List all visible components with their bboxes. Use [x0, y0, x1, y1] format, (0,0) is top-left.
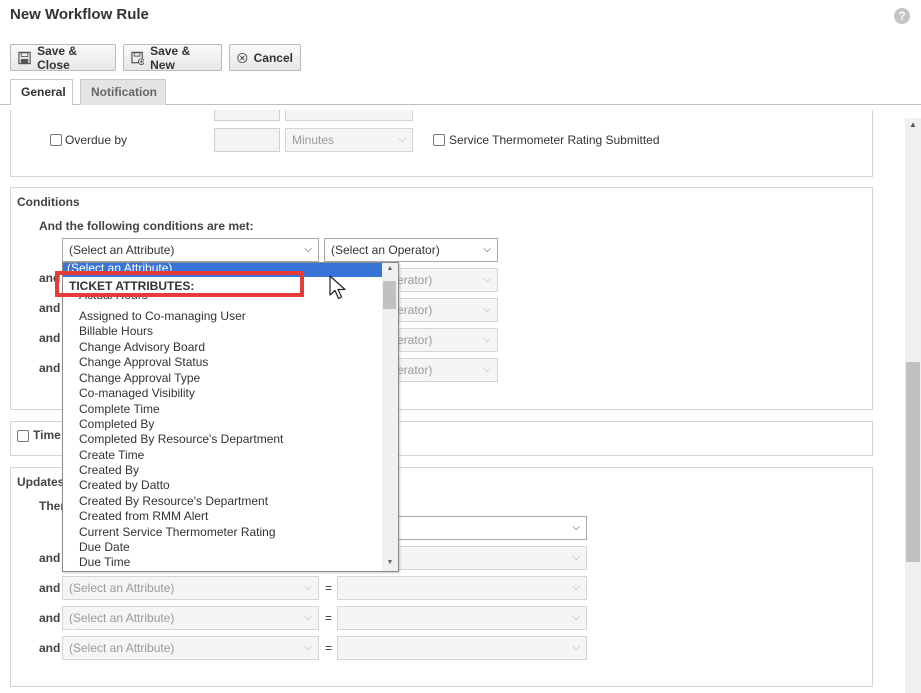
and-label: and [39, 361, 61, 375]
save-new-icon [131, 51, 145, 65]
dropdown-option[interactable]: Change Approval Status [79, 355, 208, 369]
dropdown-option[interactable]: Co-managed Visibility [79, 386, 195, 400]
chevron-down-icon: ⌵ [483, 364, 491, 375]
dropdown-scrollbar-thumb[interactable] [383, 281, 396, 309]
dropdown-option[interactable]: Assigned to Co-managing User [79, 309, 246, 323]
overdue-input[interactable] [214, 128, 280, 152]
save-close-button[interactable]: Save & Close [10, 43, 116, 72]
chevron-down-icon: ⌵ [483, 244, 491, 255]
cancel-label: Cancel [253, 50, 293, 65]
and-label: and [39, 301, 61, 315]
and-label: and [39, 581, 61, 595]
conditions-title: Conditions [17, 195, 80, 209]
equals-label: = [325, 581, 333, 595]
page-scrollbar-thumb[interactable] [906, 362, 920, 562]
update-attribute-value: (Select an Attribute) [69, 611, 175, 625]
help-icon[interactable]: ? [894, 8, 910, 24]
chevron-down-icon: ⌵ [483, 304, 491, 315]
dropdown-option[interactable]: Completed By [79, 417, 154, 431]
update-attribute-select-4[interactable]: (Select an Attribute) ⌵ [62, 606, 319, 630]
condition-operator-value: (Select an Operator) [331, 243, 440, 257]
chevron-down-icon: ⌵ [572, 552, 580, 563]
dropdown-scroll-up-icon[interactable]: ▲ [382, 265, 398, 272]
dropdown-option[interactable]: Completed By Resource's Department [79, 432, 283, 446]
time-label: Time [33, 428, 61, 442]
chevron-down-icon: ⌵ [572, 522, 580, 533]
condition-operator-select[interactable]: (Select an Operator) ⌵ [324, 238, 498, 262]
overdue-checkbox[interactable] [50, 134, 62, 146]
dropdown-option[interactable]: Created By Resource's Department [79, 494, 268, 508]
save-icon [18, 51, 31, 64]
chevron-down-icon: ⌵ [304, 244, 312, 255]
partial-input [214, 110, 280, 121]
dropdown-option[interactable]: Create Time [79, 448, 144, 462]
overdue-unit-value: Minutes [292, 133, 335, 147]
chevron-down-icon: ⌵ [572, 582, 580, 593]
dropdown-option[interactable]: Current Service Thermometer Rating [79, 525, 276, 539]
thermometer-label: Service Thermometer Rating Submitted [449, 133, 660, 147]
chevron-down-icon: ⌵ [572, 612, 580, 623]
equals-label: = [325, 641, 333, 655]
chevron-down-icon: ⌵ [483, 334, 491, 345]
dropdown-option[interactable]: Due Time [79, 555, 130, 569]
and-label: and [39, 611, 61, 625]
chevron-down-icon: ⌵ [483, 274, 491, 285]
update-value-select-3[interactable]: ⌵ [337, 576, 587, 600]
dropdown-option[interactable]: Billable Hours [79, 324, 153, 338]
operator-partial: erator) [397, 333, 433, 347]
dropdown-scroll-down-icon[interactable]: ▼ [382, 559, 398, 566]
chevron-down-icon: ⌵ [572, 642, 580, 653]
condition-attribute-select[interactable]: (Select an Attribute) ⌵ [62, 238, 319, 262]
and-label: and [39, 331, 61, 345]
dropdown-scrollbar[interactable] [382, 263, 398, 571]
attribute-dropdown-list[interactable]: (Select an Attribute) TICKET ATTRIBUTES:… [62, 262, 399, 572]
update-attribute-value: (Select an Attribute) [69, 581, 175, 595]
chevron-down-icon: ⌵ [304, 642, 312, 653]
updates-title: Updates [17, 475, 65, 489]
update-attribute-select-3[interactable]: (Select an Attribute) ⌵ [62, 576, 319, 600]
dropdown-option[interactable]: Due Date [79, 540, 130, 554]
and-label: and [39, 551, 61, 565]
chevron-down-icon: ⌵ [304, 612, 312, 623]
update-value-select-4[interactable]: ⌵ [337, 606, 587, 630]
cancel-button[interactable]: Cancel [229, 44, 301, 71]
dropdown-option[interactable]: Created By [79, 463, 139, 477]
scroll-up-icon[interactable]: ▲ [905, 120, 921, 134]
operator-partial: erator) [397, 303, 433, 317]
update-value-select-5[interactable]: ⌵ [337, 636, 587, 660]
save-new-button[interactable]: Save & New [123, 43, 222, 72]
condition-attribute-value: (Select an Attribute) [69, 243, 175, 257]
highlight-box [55, 271, 304, 297]
overdue-unit-select[interactable]: Minutes ⌵ [285, 128, 413, 152]
page-title: New Workflow Rule [10, 6, 149, 23]
tab-general[interactable]: General [10, 79, 73, 105]
time-checkbox[interactable] [17, 430, 29, 442]
dropdown-option[interactable]: Change Approval Type [79, 371, 200, 385]
thermometer-checkbox[interactable] [433, 134, 445, 146]
conditions-subtitle: And the following conditions are met: [39, 219, 254, 233]
tab-notification[interactable]: Notification [80, 79, 166, 105]
dropdown-option[interactable]: Change Advisory Board [79, 340, 205, 354]
dropdown-option[interactable]: Created from RMM Alert [79, 509, 208, 523]
update-attribute-value: (Select an Attribute) [69, 641, 175, 655]
overdue-label: Overdue by [65, 133, 128, 147]
chevron-down-icon: ⌵ [398, 134, 406, 145]
dropdown-option[interactable]: Complete Time [79, 402, 160, 416]
chevron-down-icon: ⌵ [304, 582, 312, 593]
partial-select [285, 110, 413, 121]
save-close-label: Save & Close [37, 43, 78, 72]
and-label: and [39, 641, 61, 655]
equals-label: = [325, 611, 333, 625]
update-attribute-select-5[interactable]: (Select an Attribute) ⌵ [62, 636, 319, 660]
save-new-label: Save & New [150, 43, 191, 72]
operator-partial: erator) [397, 273, 433, 287]
mouse-cursor-icon [329, 275, 346, 300]
operator-partial: erator) [397, 363, 433, 377]
dropdown-option[interactable]: Created by Datto [79, 478, 170, 492]
cancel-icon [237, 52, 248, 63]
